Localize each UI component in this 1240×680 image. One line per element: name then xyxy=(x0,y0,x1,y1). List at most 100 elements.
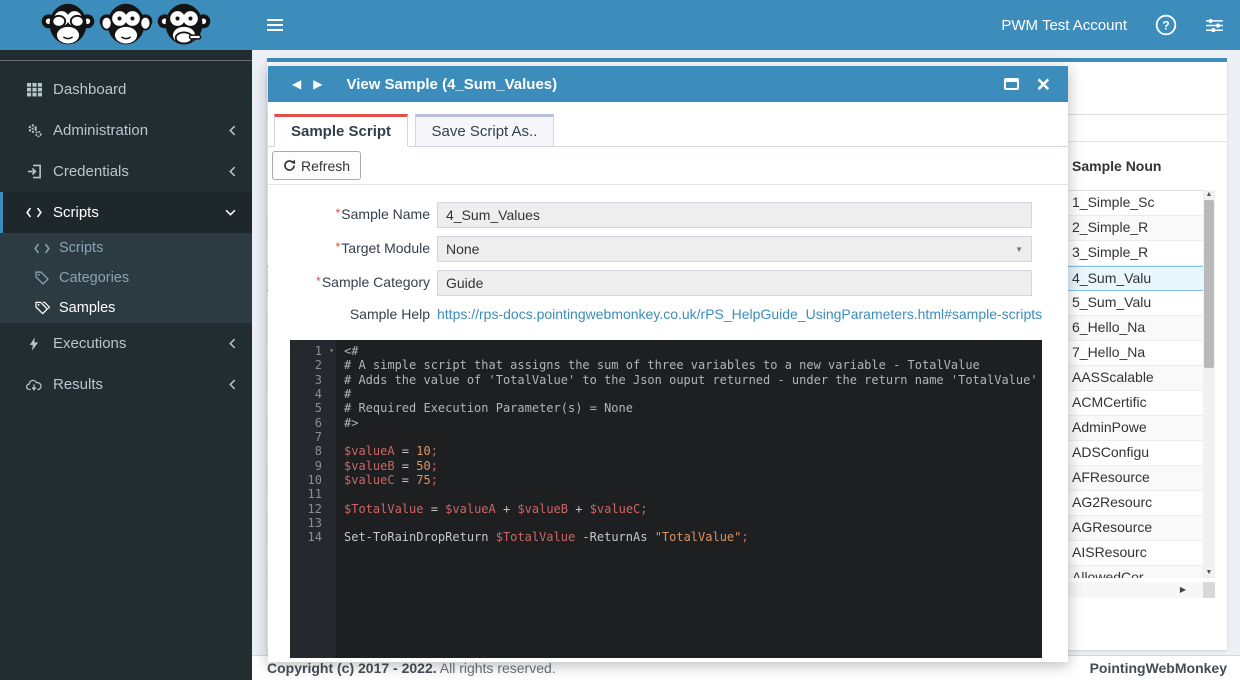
brand-label: PointingWebMonkey xyxy=(1090,660,1227,676)
line-number: 2 xyxy=(290,358,336,372)
sidebar-item-label: Dashboard xyxy=(53,81,126,98)
sidebar-item-label: Scripts xyxy=(53,204,99,221)
chevron-left-icon xyxy=(229,125,236,136)
submenu-scripts: Scripts Categories Samples xyxy=(0,233,252,323)
code-icon xyxy=(32,242,52,255)
modal-header[interactable]: ◀ ▶ View Sample (4_Sum_Values) × xyxy=(268,66,1068,102)
line-number: 9 xyxy=(290,459,336,473)
sample-help-link[interactable]: https://rps-docs.pointingwebmonkey.co.uk… xyxy=(437,306,1042,322)
form-row-target-module: *Target Module None ▼ xyxy=(268,236,1068,262)
hamburger-menu-icon[interactable] xyxy=(267,16,283,34)
prev-sample-arrow-icon[interactable]: ◀ xyxy=(286,77,307,91)
sidebar-subitem-label: Samples xyxy=(59,300,115,316)
see-no-evil-monkey-icon xyxy=(40,1,96,49)
target-module-select[interactable]: None ▼ xyxy=(437,236,1032,262)
code-line: 8$valueA = 10; xyxy=(290,444,1042,458)
code-line: 5# Required Execution Parameter(s) = Non… xyxy=(290,401,1042,415)
code-text: <# xyxy=(336,344,358,358)
sidebar-item-scripts[interactable]: Scripts xyxy=(0,192,252,233)
sidebar: Dashboard Administration Credentials Script… xyxy=(0,0,252,680)
cloud-download-icon xyxy=(23,378,45,392)
required-marker: * xyxy=(316,274,321,288)
tab-save-script-as[interactable]: Save Script As.. xyxy=(415,114,555,147)
sidebar-subitem-samples[interactable]: Samples xyxy=(0,293,252,323)
sample-category-input[interactable] xyxy=(437,270,1032,296)
vertical-scrollbar[interactable]: ▲ ▼ xyxy=(1203,190,1215,578)
sample-noun-cell: ACMCertific xyxy=(1072,394,1203,410)
sample-noun-cell: AllowedCor xyxy=(1072,569,1203,578)
line-number: 5 xyxy=(290,401,336,415)
code-icon xyxy=(23,206,45,219)
modal-tabs: Sample Script Save Script As.. xyxy=(268,114,1068,147)
scroll-right-icon[interactable]: ▶ xyxy=(1175,582,1191,598)
line-number: 7 xyxy=(290,430,336,444)
help-icon[interactable]: ? xyxy=(1155,14,1177,36)
scroll-up-icon[interactable]: ▲ xyxy=(1203,190,1215,200)
sidebar-subitem-label: Scripts xyxy=(59,240,103,256)
code-text: #> xyxy=(336,416,358,430)
tag-icon xyxy=(32,271,52,285)
refresh-icon xyxy=(283,159,296,172)
tab-sample-script[interactable]: Sample Script xyxy=(274,114,408,147)
code-text: # Adds the value of 'TotalValue' to the … xyxy=(336,373,1038,387)
refresh-button[interactable]: Refresh xyxy=(272,151,361,180)
grid-icon xyxy=(23,82,45,97)
sidebar-item-label: Executions xyxy=(53,335,126,352)
sidebar-item-label: Administration xyxy=(53,122,148,139)
line-number: 3 xyxy=(290,373,336,387)
code-line: 12$TotalValue = $valueA + $valueB + $val… xyxy=(290,502,1042,516)
scrollbar-thumb[interactable] xyxy=(1204,200,1214,368)
code-text: $valueB = 50; xyxy=(336,459,438,473)
sample-noun-cell: AdminPowe xyxy=(1072,419,1203,435)
code-line: 6#> xyxy=(290,416,1042,430)
code-text: $valueC = 75; xyxy=(336,473,438,487)
sidebar-item-dashboard[interactable]: Dashboard xyxy=(0,69,252,110)
account-label[interactable]: PWM Test Account xyxy=(1001,17,1127,34)
next-sample-arrow-icon[interactable]: ▶ xyxy=(307,77,328,91)
sample-noun-cell: AGResource xyxy=(1072,519,1203,535)
tags-icon xyxy=(32,301,52,315)
sample-name-input[interactable] xyxy=(437,202,1032,228)
sample-noun-cell: 2_Simple_R xyxy=(1072,219,1203,235)
code-line: 1▾<# xyxy=(290,344,1042,358)
sample-noun-cell: 5_Sum_Valu xyxy=(1072,294,1203,310)
column-header-sample-noun: Sample Noun xyxy=(1072,158,1161,174)
speak-no-evil-monkey-icon xyxy=(156,1,212,49)
sample-name-label: *Sample Name xyxy=(268,206,430,222)
chevron-left-icon xyxy=(229,379,236,390)
sidebar-item-executions[interactable]: Executions xyxy=(0,323,252,364)
code-line: 13 xyxy=(290,516,1042,530)
fold-arrow-icon[interactable]: ▾ xyxy=(329,344,334,358)
scroll-down-icon[interactable]: ▼ xyxy=(1203,568,1215,578)
sidebar-subitem-categories[interactable]: Categories xyxy=(0,263,252,293)
code-line: 14Set-ToRainDropReturn $TotalValue -Retu… xyxy=(290,530,1042,544)
code-line: 11 xyxy=(290,487,1042,501)
code-text xyxy=(336,516,344,530)
sidebar-item-results[interactable]: Results xyxy=(0,364,252,405)
modal-toolbar: Refresh xyxy=(268,147,1068,185)
maximize-icon[interactable] xyxy=(1004,78,1019,90)
gears-icon xyxy=(23,123,45,138)
topbar: PWM Test Account ? xyxy=(252,0,1240,50)
line-number: 14 xyxy=(290,530,336,544)
refresh-label: Refresh xyxy=(301,158,350,174)
close-icon[interactable]: × xyxy=(1037,74,1050,94)
sidebar-item-credentials[interactable]: Credentials xyxy=(0,151,252,192)
code-editor[interactable]: 1▾<#2# A simple script that assigns the … xyxy=(290,340,1042,658)
settings-sliders-icon[interactable] xyxy=(1205,18,1224,33)
sign-in-icon xyxy=(23,164,45,179)
code-line: 9$valueB = 50; xyxy=(290,459,1042,473)
line-number: 1▾ xyxy=(290,344,336,358)
app-logo[interactable] xyxy=(0,0,252,50)
sidebar-subitem-scripts[interactable]: Scripts xyxy=(0,233,252,263)
line-number: 12 xyxy=(290,502,336,516)
sidebar-item-label: Credentials xyxy=(53,163,129,180)
code-text: Set-ToRainDropReturn $TotalValue -Return… xyxy=(336,530,749,544)
sample-noun-cell: AFResource xyxy=(1072,469,1203,485)
line-number: 6 xyxy=(290,416,336,430)
sidebar-item-administration[interactable]: Administration xyxy=(0,110,252,151)
target-module-label: *Target Module xyxy=(268,240,430,256)
sidebar-subitem-label: Categories xyxy=(59,270,129,286)
scrollbar-corner xyxy=(1203,582,1215,598)
sample-noun-cell: AISResourc xyxy=(1072,544,1203,560)
